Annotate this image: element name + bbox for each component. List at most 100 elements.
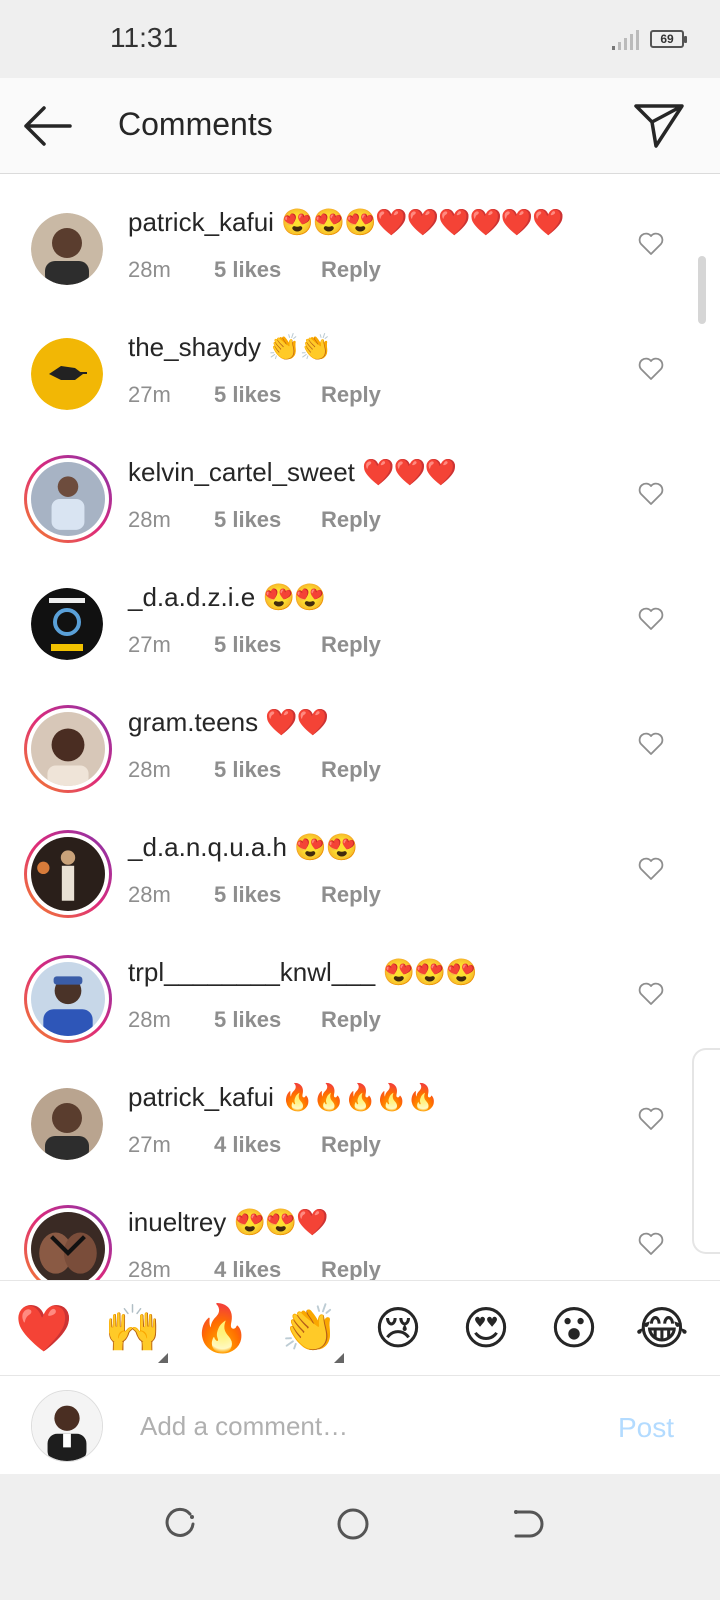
reply-button[interactable]: Reply [321,757,381,782]
comment-time: 27m [128,632,171,657]
heart-outline-icon[interactable] [638,1232,664,1256]
username-text[interactable]: patrick_kafui [128,1082,274,1112]
comment-username[interactable]: patrick_kafui 🔥🔥🔥🔥🔥 [128,1082,439,1113]
comment-meta: 27m 5 likes Reply [128,382,381,408]
likes-count[interactable]: 5 likes [214,757,321,783]
comment-time: 27m [128,1132,171,1157]
comment-meta: 27m 4 likes Reply [128,1132,381,1158]
heart-outline-icon[interactable] [638,1107,664,1131]
reply-button[interactable]: Reply [321,632,381,657]
reply-button[interactable]: Reply [321,1007,381,1032]
post-button[interactable]: Post [618,1412,674,1444]
comment-meta: 28m 5 likes Reply [128,257,381,283]
reaction-surprised[interactable]: 😮 [541,1295,607,1361]
comment-time: 28m [128,757,171,782]
reply-button[interactable]: Reply [321,1132,381,1157]
avatar-story-ring[interactable] [24,1205,112,1280]
comment-text: 😍😍 [262,582,326,612]
comment-time: 28m [128,1007,171,1032]
heart-outline-icon[interactable] [638,357,664,381]
likes-count[interactable]: 5 likes [214,507,321,533]
likes-count[interactable]: 5 likes [214,632,321,658]
reply-button[interactable]: Reply [321,882,381,907]
avatar-story-ring[interactable] [24,705,112,793]
comment-username[interactable]: _d.a.d.z.i.e 😍😍 [128,582,326,613]
username-text[interactable]: inueltrey [128,1207,226,1237]
heart-outline-icon[interactable] [638,732,664,756]
comments-list[interactable]: patrick_kafui 😍😍😍❤️❤️❤️❤️❤️❤️ 28m 5 likes… [0,175,720,1280]
comment-username[interactable]: the_shaydy 👏👏 [128,332,332,363]
comment-text: ❤️❤️❤️ [362,457,457,487]
likes-count[interactable]: 5 likes [214,1007,321,1033]
username-text[interactable]: kelvin_cartel_sweet [128,457,355,487]
username-text[interactable]: _d.a.n.q.u.a.h [128,832,287,862]
recent-apps-icon[interactable] [160,1504,200,1544]
likes-count[interactable]: 5 likes [214,257,321,283]
reaction-laughing[interactable]: 😂 [629,1295,695,1361]
scrollbar-thumb[interactable] [698,256,706,324]
username-text[interactable]: gram.teens [128,707,258,737]
comment-item: inueltrey 😍😍❤️ 28m 4 likes Reply [0,1185,720,1280]
back-icon[interactable] [506,1504,546,1544]
avatar[interactable] [31,1088,103,1160]
avatar [31,962,105,1036]
avatar [31,837,105,911]
heart-outline-icon[interactable] [638,857,664,881]
app-header: Comments [0,78,720,174]
reaction-crying[interactable]: 😢 [365,1295,431,1361]
comment-username[interactable]: trpl________knwl___ 😍😍😍 [128,957,478,988]
comment-username[interactable]: inueltrey 😍😍❤️ [128,1207,329,1238]
page-title: Comments [118,106,273,142]
comment-input[interactable] [140,1404,580,1448]
heart-outline-icon[interactable] [638,232,664,256]
back-arrow-icon[interactable] [18,102,74,150]
reaction-heart-eyes[interactable]: 😍 [453,1295,519,1361]
avatar-story-ring[interactable] [24,830,112,918]
heart-outline-icon[interactable] [638,607,664,631]
heart-outline-icon[interactable] [638,982,664,1006]
reply-button[interactable]: Reply [321,257,381,282]
username-text[interactable]: _d.a.d.z.i.e [128,582,255,612]
reaction-clapping[interactable]: 👏 [277,1295,343,1361]
comment-text: 😍😍❤️ [233,1207,329,1237]
edge-panel-handle[interactable] [692,1048,720,1254]
current-user-avatar [31,1390,103,1462]
username-text[interactable]: patrick_kafui [128,207,274,237]
comment-username[interactable]: patrick_kafui 😍😍😍❤️❤️❤️❤️❤️❤️ [128,207,565,238]
username-text[interactable]: the_shaydy [128,332,261,362]
comment-time: 28m [128,257,171,282]
avatar[interactable] [31,338,103,410]
comment-item: _d.a.n.q.u.a.h 😍😍 28m 5 likes Reply [0,810,720,935]
likes-count[interactable]: 4 likes [214,1132,321,1158]
comment-username[interactable]: gram.teens ❤️❤️ [128,707,329,738]
reply-button[interactable]: Reply [321,382,381,407]
comment-username[interactable]: _d.a.n.q.u.a.h 😍😍 [128,832,358,863]
status-time: 11:31 [110,22,178,53]
battery-icon: 69 [650,30,687,48]
avatar[interactable] [31,588,103,660]
skin-tone-indicator-icon [158,1353,168,1363]
reply-button[interactable]: Reply [321,1257,381,1280]
likes-count[interactable]: 5 likes [214,382,321,408]
reply-button[interactable]: Reply [321,507,381,532]
reaction-fire[interactable]: 🔥 [189,1295,255,1361]
home-icon[interactable] [333,1504,373,1544]
signal-icon [612,30,639,50]
comment-username[interactable]: kelvin_cartel_sweet ❤️❤️❤️ [128,457,457,488]
likes-count[interactable]: 4 likes [214,1257,321,1280]
reaction-heart[interactable]: ❤️ [11,1295,77,1361]
likes-count[interactable]: 5 likes [214,882,321,908]
avatar-story-ring[interactable] [24,455,112,543]
comment-item: patrick_kafui 😍😍😍❤️❤️❤️❤️❤️❤️ 28m 5 likes… [0,185,720,310]
avatar-story-ring[interactable] [24,955,112,1043]
avatar [31,712,105,786]
comment-item: trpl________knwl___ 😍😍😍 28m 5 likes Reply [0,935,720,1060]
comment-text: 🔥🔥🔥🔥🔥 [281,1082,439,1112]
send-direct-icon[interactable] [632,100,686,150]
reaction-raising-hands[interactable]: 🙌 [100,1295,166,1361]
avatar[interactable] [31,213,103,285]
comment-meta: 27m 5 likes Reply [128,632,381,658]
comment-text: 😍😍 [294,832,358,862]
username-text[interactable]: trpl________knwl___ [128,957,375,987]
heart-outline-icon[interactable] [638,482,664,506]
